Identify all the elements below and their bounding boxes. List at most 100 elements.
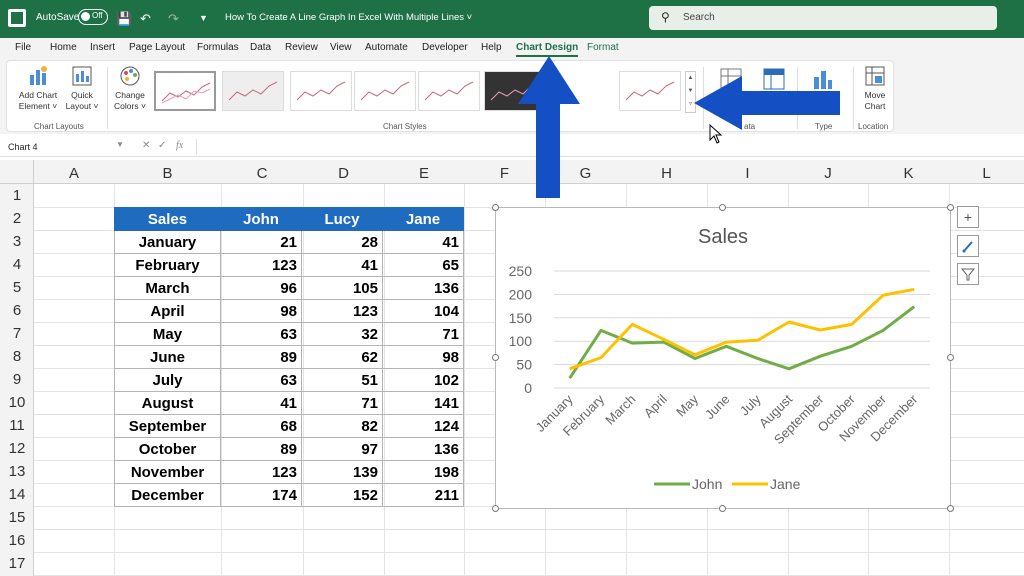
sales-chart[interactable]: Sales 0 50 100 150 200 250 January February March… [495,207,951,509]
chart-styles-brush-icon[interactable] [957,235,979,257]
tab-home[interactable]: Home [50,42,77,53]
resize-handle[interactable] [947,204,954,211]
value-cell[interactable]: 97 [301,437,383,461]
value-cell[interactable]: 71 [382,322,464,346]
month-cell[interactable]: April [114,299,221,323]
quick-layout-button[interactable]: Quick Layout ˅ [65,65,99,112]
value-cell[interactable]: 63 [220,322,302,346]
resize-handle[interactable] [719,204,726,211]
month-cell[interactable]: December [114,483,221,507]
header-cell-john[interactable]: John [220,207,302,231]
tab-page-layout[interactable]: Page Layout [129,42,185,53]
value-cell[interactable]: 139 [301,460,383,484]
value-cell[interactable]: 63 [220,368,302,392]
value-cell[interactable]: 98 [382,345,464,369]
tab-insert[interactable]: Insert [90,42,115,53]
value-cell[interactable]: 105 [301,276,383,300]
header-cell-lucy[interactable]: Lucy [301,207,383,231]
row-header-4[interactable]: 4 [0,256,34,273]
column-header-i[interactable]: I [707,165,788,182]
value-cell[interactable]: 51 [301,368,383,392]
column-header-l[interactable]: L [949,165,1024,182]
month-cell[interactable]: May [114,322,221,346]
value-cell[interactable]: 82 [301,414,383,438]
row-header-5[interactable]: 5 [0,279,34,296]
chart-elements-plus-icon[interactable]: + [957,206,979,228]
month-cell[interactable]: February [114,253,221,277]
value-cell[interactable]: 124 [382,414,464,438]
column-header-e[interactable]: E [384,165,464,182]
row-header-11[interactable]: 11 [0,417,34,434]
tab-file[interactable]: File [15,42,31,53]
tab-chart-design[interactable]: Chart Design [516,42,579,57]
name-box[interactable]: Chart 4 [4,139,122,155]
chart-style-5[interactable] [418,71,480,111]
row-header-6[interactable]: 6 [0,302,34,319]
customize-toolbar-icon[interactable]: ▼ [199,13,208,23]
value-cell[interactable]: 136 [382,276,464,300]
value-cell[interactable]: 152 [301,483,383,507]
row-header-7[interactable]: 7 [0,325,34,342]
value-cell[interactable]: 136 [382,437,464,461]
month-cell[interactable]: October [114,437,221,461]
undo-icon[interactable]: ↶ [140,11,151,27]
cancel-icon[interactable]: ✕ [142,140,150,151]
value-cell[interactable]: 211 [382,483,464,507]
tab-developer[interactable]: Developer [422,42,468,53]
select-all-corner[interactable] [0,160,34,184]
column-header-k[interactable]: K [868,165,949,182]
chart-style-3[interactable] [290,71,352,111]
resize-handle[interactable] [492,204,499,211]
save-icon[interactable]: 💾 [116,11,132,27]
header-cell-sales[interactable]: Sales [114,207,221,231]
value-cell[interactable]: 141 [382,391,464,415]
row-header-12[interactable]: 12 [0,440,34,457]
column-header-a[interactable]: A [34,165,114,182]
row-header-2[interactable]: 2 [0,210,34,227]
value-cell[interactable]: 98 [220,299,302,323]
column-header-d[interactable]: D [303,165,384,182]
row-header-17[interactable]: 17 [0,555,34,572]
change-colors-button[interactable]: Change Colors ˅ [111,65,149,112]
month-cell[interactable]: August [114,391,221,415]
value-cell[interactable]: 41 [220,391,302,415]
redo-icon[interactable]: ↷ [168,11,179,27]
value-cell[interactable]: 198 [382,460,464,484]
move-chart-button[interactable]: Move Chart [859,65,891,112]
column-header-h[interactable]: H [626,165,707,182]
resize-handle[interactable] [947,354,954,361]
tab-automate[interactable]: Automate [365,42,408,53]
month-cell[interactable]: March [114,276,221,300]
chart-style-2[interactable] [222,71,284,111]
value-cell[interactable]: 123 [220,460,302,484]
add-chart-element-button[interactable]: Add Chart Element ˅ [15,65,61,112]
autosave-toggle[interactable]: Off [78,9,108,25]
value-cell[interactable]: 104 [382,299,464,323]
resize-handle[interactable] [719,505,726,512]
insert-function-button[interactable]: fx [176,140,183,151]
row-header-9[interactable]: 9 [0,371,34,388]
chart-style-4[interactable] [354,71,416,111]
tab-help[interactable]: Help [481,42,502,53]
document-title[interactable]: How To Create A Line Graph In Excel With… [225,12,472,23]
value-cell[interactable]: 89 [220,437,302,461]
value-cell[interactable]: 21 [220,230,302,254]
row-header-16[interactable]: 16 [0,532,34,549]
search-box[interactable]: ⚲ Search [649,6,997,30]
value-cell[interactable]: 68 [220,414,302,438]
value-cell[interactable]: 123 [301,299,383,323]
value-cell[interactable]: 28 [301,230,383,254]
tab-data[interactable]: Data [250,42,271,53]
month-cell[interactable]: November [114,460,221,484]
enter-icon[interactable]: ✓ [158,140,166,151]
column-header-c[interactable]: C [221,165,303,182]
resize-handle[interactable] [492,354,499,361]
value-cell[interactable]: 102 [382,368,464,392]
value-cell[interactable]: 62 [301,345,383,369]
row-header-3[interactable]: 3 [0,233,34,250]
month-cell[interactable]: January [114,230,221,254]
value-cell[interactable]: 41 [382,230,464,254]
value-cell[interactable]: 123 [220,253,302,277]
row-header-15[interactable]: 15 [0,509,34,526]
name-box-dropdown-icon[interactable]: ▼ [116,140,124,149]
